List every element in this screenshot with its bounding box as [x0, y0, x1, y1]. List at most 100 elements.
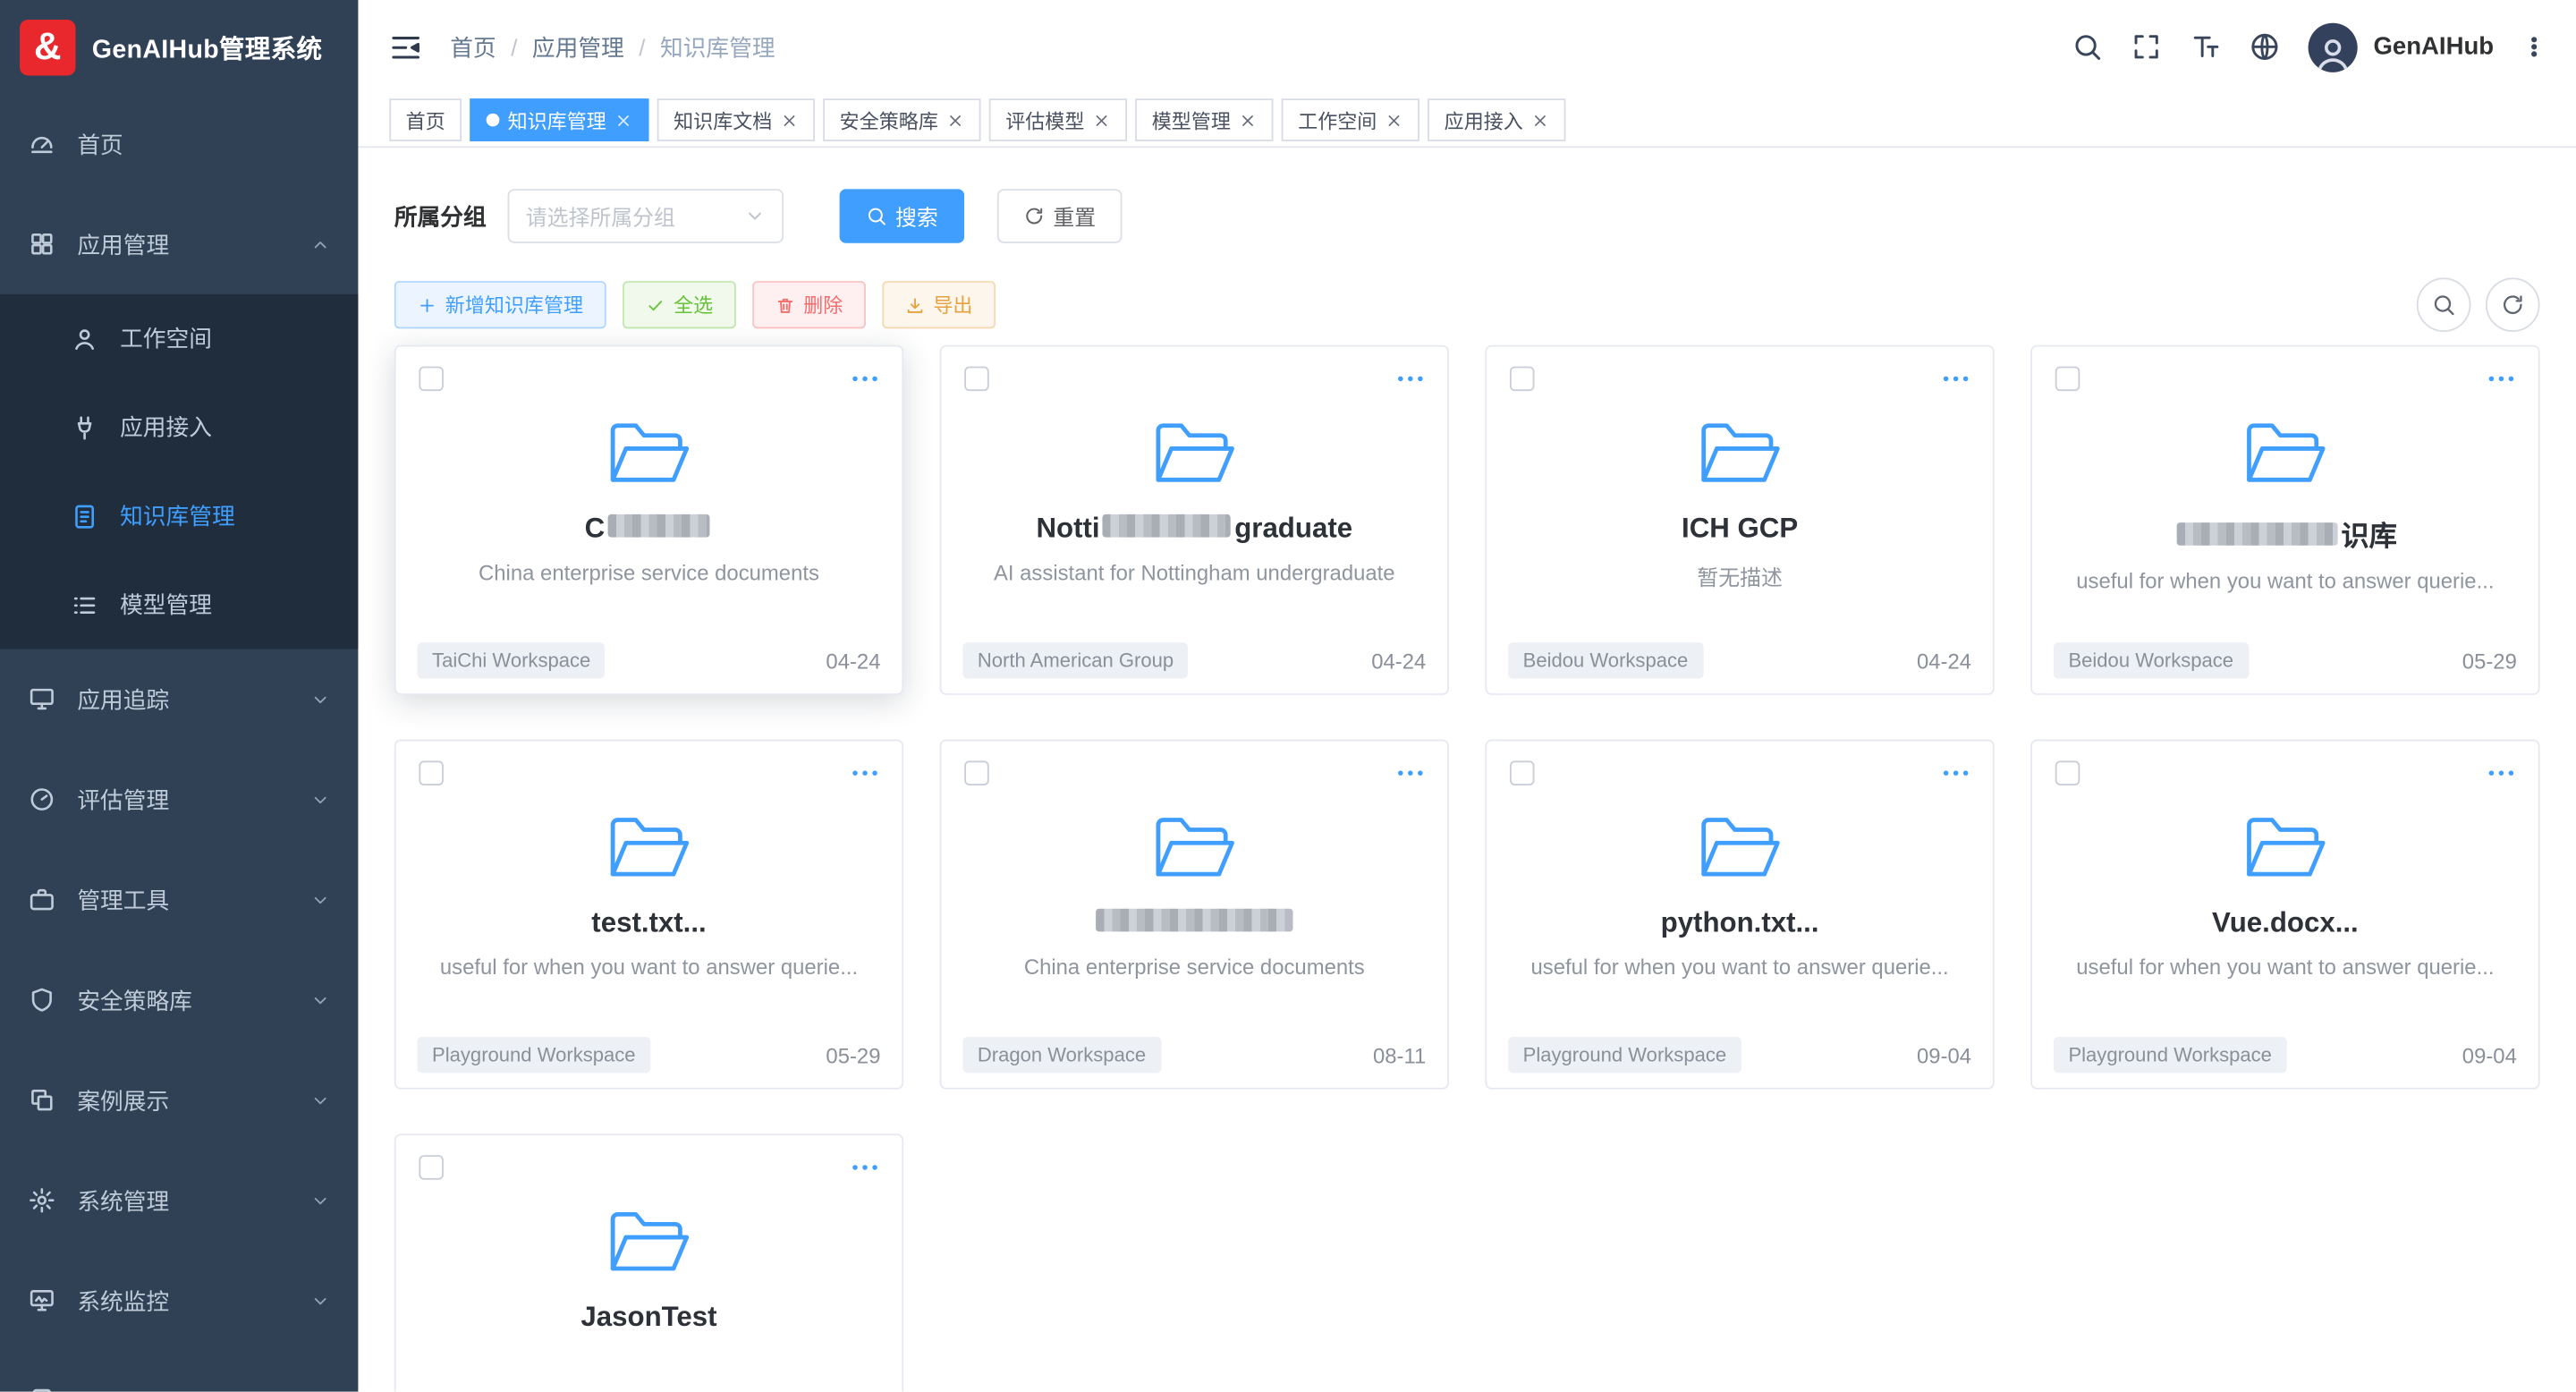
sidebar-item-workspace[interactable]: 工作空间 — [0, 294, 358, 383]
sidebar-item-system-management[interactable]: 系统管理 — [0, 1150, 358, 1251]
check-icon — [646, 295, 665, 315]
sidebar-item-home[interactable]: 首页 — [0, 94, 358, 194]
card-checkbox[interactable] — [419, 367, 444, 392]
tab-workspace[interactable]: 工作空间 — [1282, 98, 1419, 141]
folder-icon — [419, 1206, 878, 1278]
kb-card[interactable]: test.txt...useful for when you want to a… — [394, 740, 903, 1090]
export-button[interactable]: 导出 — [882, 281, 996, 328]
sidebar-item-system-monitor[interactable]: 系统监控 — [0, 1251, 358, 1351]
card-more-icon[interactable] — [851, 765, 879, 780]
kb-card[interactable]: China enterprise service documentsDragon… — [940, 740, 1449, 1090]
card-title-text: C — [585, 513, 606, 544]
close-icon[interactable] — [1531, 111, 1549, 129]
folder-icon — [2055, 811, 2515, 884]
card-title — [964, 907, 1424, 940]
redacted-text — [608, 514, 710, 538]
tab-bar: 首页知识库管理知识库文档安全策略库评估模型模型管理 工作空间应用接入 — [358, 94, 2576, 149]
folder-icon — [964, 418, 1424, 490]
breadcrumb-home[interactable]: 首页 — [450, 30, 496, 64]
toolbar: 新增知识库管理 全选 删除 导出 — [394, 277, 2540, 332]
kb-card[interactable]: python.txt...useful for when you want to… — [1485, 740, 1994, 1090]
sidebar-item-eval-management[interactable]: 评估管理 — [0, 750, 358, 850]
breadcrumb-app-management[interactable]: 应用管理 — [532, 30, 624, 64]
close-icon[interactable] — [781, 111, 799, 129]
card-checkbox[interactable] — [2055, 760, 2080, 785]
folder-icon — [964, 811, 1424, 884]
card-checkbox[interactable] — [1510, 760, 1535, 785]
card-checkbox[interactable] — [419, 760, 444, 785]
search-button[interactable]: 搜索 — [840, 189, 965, 243]
close-icon[interactable] — [1093, 111, 1111, 129]
sidebar-item-label: 应用追踪 — [77, 683, 169, 716]
kb-card[interactable]: NottigraduateAI assistant for Nottingham… — [940, 345, 1449, 695]
language-globe-icon[interactable] — [2249, 31, 2280, 63]
sidebar-item-model-management[interactable]: 模型管理 — [0, 560, 358, 649]
sidebar-item-kb-management[interactable]: 知识库管理 — [0, 471, 358, 560]
sidebar-collapse-icon[interactable] — [389, 30, 422, 64]
kebab-menu-icon[interactable] — [2521, 33, 2546, 61]
refresh-icon — [1023, 206, 1045, 227]
close-icon[interactable] — [1239, 111, 1257, 129]
sidebar-item-partial-item[interactable] — [0, 1351, 358, 1392]
tab-label: 模型管理 — [1152, 106, 1231, 133]
card-more-icon[interactable] — [851, 371, 879, 386]
sidebar-item-label: 模型管理 — [120, 589, 212, 622]
card-more-icon[interactable] — [1941, 765, 1970, 780]
card-date: 04-24 — [1371, 649, 1426, 674]
add-kb-button[interactable]: 新增知识库管理 — [394, 281, 606, 328]
tab-kb-management[interactable]: 知识库管理 — [470, 98, 648, 141]
sidebar-item-app-management[interactable]: 应用管理 — [0, 194, 358, 294]
kb-card[interactable]: 识库useful for when you want to answer que… — [2030, 345, 2539, 695]
fullscreen-icon[interactable] — [2131, 31, 2162, 63]
card-more-icon[interactable] — [1941, 371, 1970, 386]
brand[interactable]: & GenAIHub管理系统 — [0, 0, 358, 94]
close-icon[interactable] — [1385, 111, 1403, 129]
reset-button[interactable]: 重置 — [997, 189, 1123, 243]
kb-card[interactable]: Vue.docx...useful for when you want to a… — [2030, 740, 2539, 1090]
tab-home[interactable]: 首页 — [389, 98, 462, 141]
sidebar-item-app-tracking[interactable]: 应用追踪 — [0, 649, 358, 750]
list-icon — [71, 590, 98, 618]
sidebar-item-label: 评估管理 — [77, 783, 169, 816]
sidebar-item-admin-tools[interactable]: 管理工具 — [0, 850, 358, 950]
card-more-icon[interactable] — [2487, 765, 2515, 780]
kb-card[interactable]: CChina enterprise service documentsTaiCh… — [394, 345, 903, 695]
kb-card[interactable]: JasonTest — [394, 1133, 903, 1391]
sidebar-item-security-policy[interactable]: 安全策略库 — [0, 950, 358, 1050]
tab-security-policy[interactable]: 安全策略库 — [823, 98, 980, 141]
card-date: 04-24 — [826, 649, 880, 674]
user-avatar[interactable] — [2308, 22, 2357, 72]
tab-model-management[interactable]: 模型管理 — [1135, 98, 1273, 141]
close-icon[interactable] — [946, 111, 964, 129]
sidebar-item-case-showcase[interactable]: 案例展示 — [0, 1050, 358, 1150]
card-title-text: Vue.docx... — [2212, 907, 2359, 938]
card-checkbox[interactable] — [419, 1155, 444, 1180]
close-icon[interactable] — [614, 111, 632, 129]
tab-app-access[interactable]: 应用接入 — [1428, 98, 1565, 141]
tab-label: 应用接入 — [1445, 106, 1523, 133]
tab-kb-docs[interactable]: 知识库文档 — [657, 98, 815, 141]
card-checkbox[interactable] — [1510, 367, 1535, 392]
dashboard-icon — [28, 130, 55, 157]
delete-button[interactable]: 删除 — [752, 281, 866, 328]
user-name: GenAIHub — [2373, 33, 2494, 61]
tab-eval-model[interactable]: 评估模型 — [989, 98, 1127, 141]
kb-card[interactable]: ICH GCP暂无描述Beidou Workspace04-24 — [1485, 345, 1994, 695]
refresh-list-button[interactable] — [2486, 277, 2540, 332]
card-date: 04-24 — [1917, 649, 1971, 674]
card-more-icon[interactable] — [1395, 371, 1424, 386]
reset-button-label: 重置 — [1053, 200, 1096, 232]
card-more-icon[interactable] — [2487, 371, 2515, 386]
card-checkbox[interactable] — [964, 367, 989, 392]
card-more-icon[interactable] — [851, 1159, 879, 1175]
group-select[interactable]: 请选择所属分组 — [508, 189, 784, 243]
card-search-button[interactable] — [2417, 277, 2471, 332]
card-footer: Playground Workspace09-04 — [2054, 1037, 2517, 1073]
sidebar-item-app-access[interactable]: 应用接入 — [0, 383, 358, 471]
card-more-icon[interactable] — [1395, 765, 1424, 780]
select-all-button[interactable]: 全选 — [623, 281, 736, 328]
card-checkbox[interactable] — [2055, 367, 2080, 392]
header-search-icon[interactable] — [2071, 31, 2102, 63]
font-size-icon[interactable] — [2190, 31, 2221, 63]
card-checkbox[interactable] — [964, 760, 989, 785]
